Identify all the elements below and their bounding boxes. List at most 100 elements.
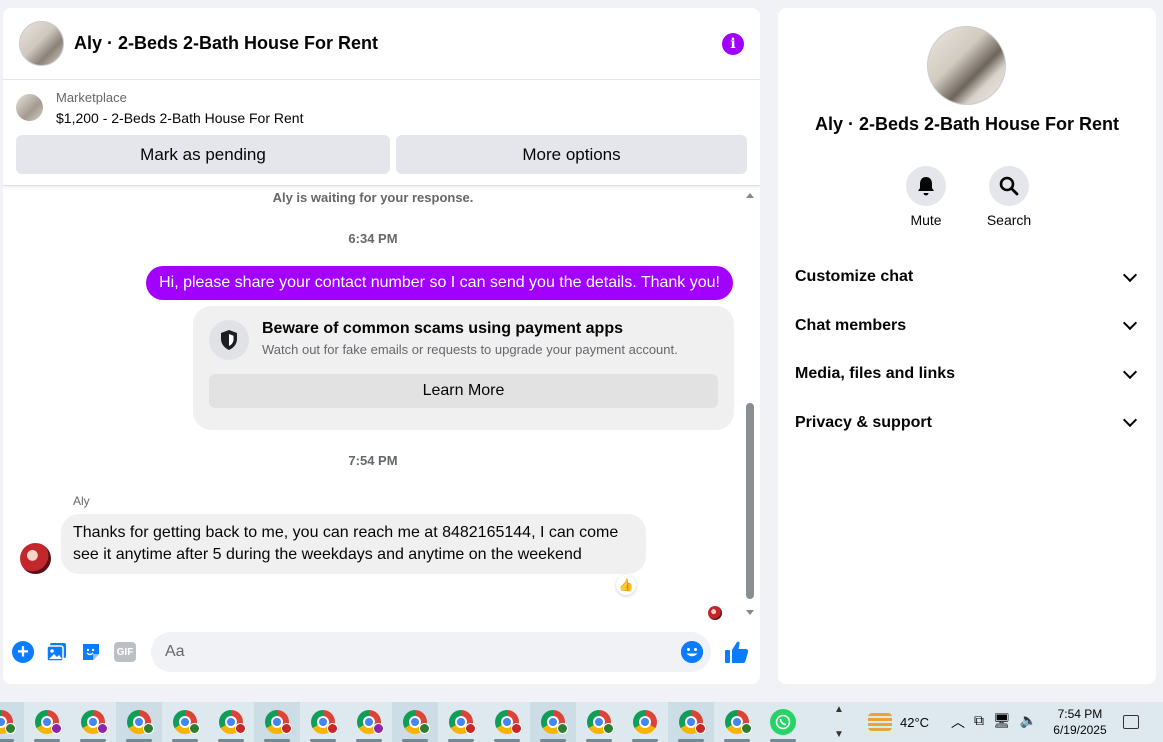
info-sections: Customize chat Chat members Media, files… (778, 253, 1156, 447)
info-title: Aly · 2-Beds 2-Bath House For Rent (814, 114, 1120, 134)
scam-warning-card: Beware of common scams using payment app… (193, 306, 734, 430)
chevron-up-icon[interactable]: ︿ (951, 712, 965, 732)
info-icon[interactable]: i (722, 32, 744, 55)
profile-badge-icon (143, 723, 154, 734)
profile-badge-icon (741, 723, 752, 734)
taskbar-chrome-icon[interactable] (714, 702, 760, 742)
timestamp: 6:34 PM (348, 231, 398, 246)
taskbar-chrome-icon[interactable] (208, 702, 254, 742)
taskbar-apps (0, 702, 830, 742)
conversation-info-panel: Aly · 2-Beds 2-Bath House For Rent Mute … (778, 8, 1156, 684)
waiting-notice: Aly is waiting for your response. (272, 190, 474, 205)
contact-avatar[interactable] (19, 21, 64, 66)
scam-warning-title: Beware of common scams using payment app… (262, 320, 623, 337)
chat-title[interactable]: Aly · 2-Beds 2-Bath House For Rent (74, 33, 722, 54)
seen-indicator-avatar (708, 606, 722, 620)
emoji-icon[interactable] (681, 641, 703, 663)
marketplace-banner: Marketplace $1,200 - 2-Beds 2-Bath House… (3, 80, 760, 186)
search-icon[interactable] (989, 166, 1029, 206)
taskbar-chrome-icon[interactable] (346, 702, 392, 742)
taskbar-chrome-icon[interactable] (530, 702, 576, 742)
outgoing-message[interactable]: Hi, please share your contact number so … (146, 266, 733, 300)
sticker-icon[interactable] (79, 640, 103, 664)
search-label: Search (986, 212, 1032, 228)
listing-title[interactable]: $1,200 - 2-Beds 2-Bath House For Rent (56, 110, 303, 126)
search-button[interactable]: Search (986, 166, 1032, 228)
temperature: 42°C (900, 714, 930, 730)
weather-widget[interactable]: 42°C (868, 713, 929, 731)
scroll-down-arrow-icon[interactable] (746, 610, 754, 615)
taskbar-chrome-icon[interactable] (438, 702, 484, 742)
message-input[interactable]: Aa (151, 632, 711, 672)
system-tray: 42°C ︿ ⧉ 🖥 🔈 7:54 PM 6/19/2025 (868, 706, 1139, 738)
profile-badge-icon (5, 723, 16, 734)
chat-header: Aly · 2-Beds 2-Bath House For Rent i (3, 8, 760, 80)
profile-badge-icon (373, 723, 384, 734)
taskbar: ▲ ▼ 42°C ︿ ⧉ 🖥 🔈 7:54 PM 6/19/2025 (0, 702, 1163, 742)
incoming-message[interactable]: Thanks for getting back to me, you can r… (61, 514, 646, 574)
photo-icon[interactable] (45, 640, 69, 664)
profile-badge-icon (327, 723, 338, 734)
section-customize-chat[interactable]: Customize chat (778, 253, 1156, 302)
camera-icon[interactable]: ⧉ (974, 712, 984, 732)
taskbar-chrome-icon[interactable] (300, 702, 346, 742)
chat-panel: Aly · 2-Beds 2-Bath House For Rent i Mar… (3, 8, 760, 684)
thumbs-up-reaction-icon[interactable]: 👍 (616, 575, 636, 595)
bell-icon[interactable] (906, 166, 946, 206)
taskbar-chrome-icon[interactable] (392, 702, 438, 742)
notification-icon[interactable] (1122, 715, 1139, 729)
more-options-button[interactable]: More options (396, 135, 747, 174)
like-thumbs-up-icon[interactable] (723, 638, 751, 666)
section-media-files-links[interactable]: Media, files and links (778, 350, 1156, 399)
taskbar-chrome-icon[interactable] (668, 702, 714, 742)
mark-as-pending-button[interactable]: Mark as pending (16, 135, 390, 174)
composer: + GIF Aa (3, 630, 760, 674)
chevron-down-icon (1122, 267, 1138, 282)
profile-badge-icon (281, 723, 292, 734)
weather-icon (868, 713, 892, 731)
listing-thumbnail[interactable] (16, 94, 43, 121)
learn-more-button[interactable]: Learn More (209, 374, 718, 408)
profile-badge-icon (465, 723, 476, 734)
section-privacy-support[interactable]: Privacy & support (778, 399, 1156, 448)
profile-badge-icon (51, 723, 62, 734)
profile-badge-icon (97, 723, 108, 734)
taskbar-scroll[interactable]: ▲ ▼ (830, 702, 848, 742)
taskbar-chrome-icon[interactable] (484, 702, 530, 742)
message-scrollbar[interactable] (744, 189, 756, 615)
timestamp: 7:54 PM (348, 453, 398, 468)
clock[interactable]: 7:54 PM 6/19/2025 (1053, 706, 1106, 738)
taskbar-chrome-icon[interactable] (70, 702, 116, 742)
profile-badge-icon (603, 723, 614, 734)
sender-name: Aly (73, 494, 90, 508)
sender-avatar[interactable] (20, 543, 51, 574)
profile-badge-icon (557, 723, 568, 734)
scroll-up-arrow-icon[interactable] (746, 193, 754, 198)
taskbar-chrome-icon[interactable] (162, 702, 208, 742)
section-chat-members[interactable]: Chat members (778, 302, 1156, 351)
taskbar-chrome-icon[interactable] (0, 702, 24, 742)
network-icon[interactable]: 🖥 (993, 712, 1011, 732)
profile-badge-icon (511, 723, 522, 734)
profile-badge-icon (235, 723, 246, 734)
taskbar-chrome-icon[interactable] (116, 702, 162, 742)
taskbar-chrome-icon[interactable] (254, 702, 300, 742)
message-list: Aly is waiting for your response. 6:34 P… (3, 186, 743, 620)
volume-icon[interactable]: 🔈 (1020, 712, 1037, 732)
info-avatar[interactable] (927, 26, 1006, 105)
gif-icon[interactable]: GIF (113, 640, 137, 664)
taskbar-chrome-icon[interactable] (576, 702, 622, 742)
clock-date: 6/19/2025 (1053, 723, 1107, 737)
caret-down-icon[interactable]: ▼ (834, 729, 844, 740)
taskbar-chrome-icon[interactable] (24, 702, 70, 742)
taskbar-chrome-icon[interactable] (622, 702, 668, 742)
scam-warning-subtitle: Watch out for fake emails or requests to… (262, 342, 678, 357)
scroll-thumb[interactable] (746, 403, 754, 599)
caret-up-icon[interactable]: ▲ (834, 704, 844, 715)
profile-badge-icon (695, 723, 706, 734)
taskbar-whatsapp-icon[interactable] (760, 702, 806, 742)
plus-icon[interactable]: + (11, 640, 35, 664)
chevron-down-icon (1122, 413, 1138, 428)
marketplace-label: Marketplace (56, 90, 127, 105)
mute-button[interactable]: Mute (906, 166, 946, 228)
